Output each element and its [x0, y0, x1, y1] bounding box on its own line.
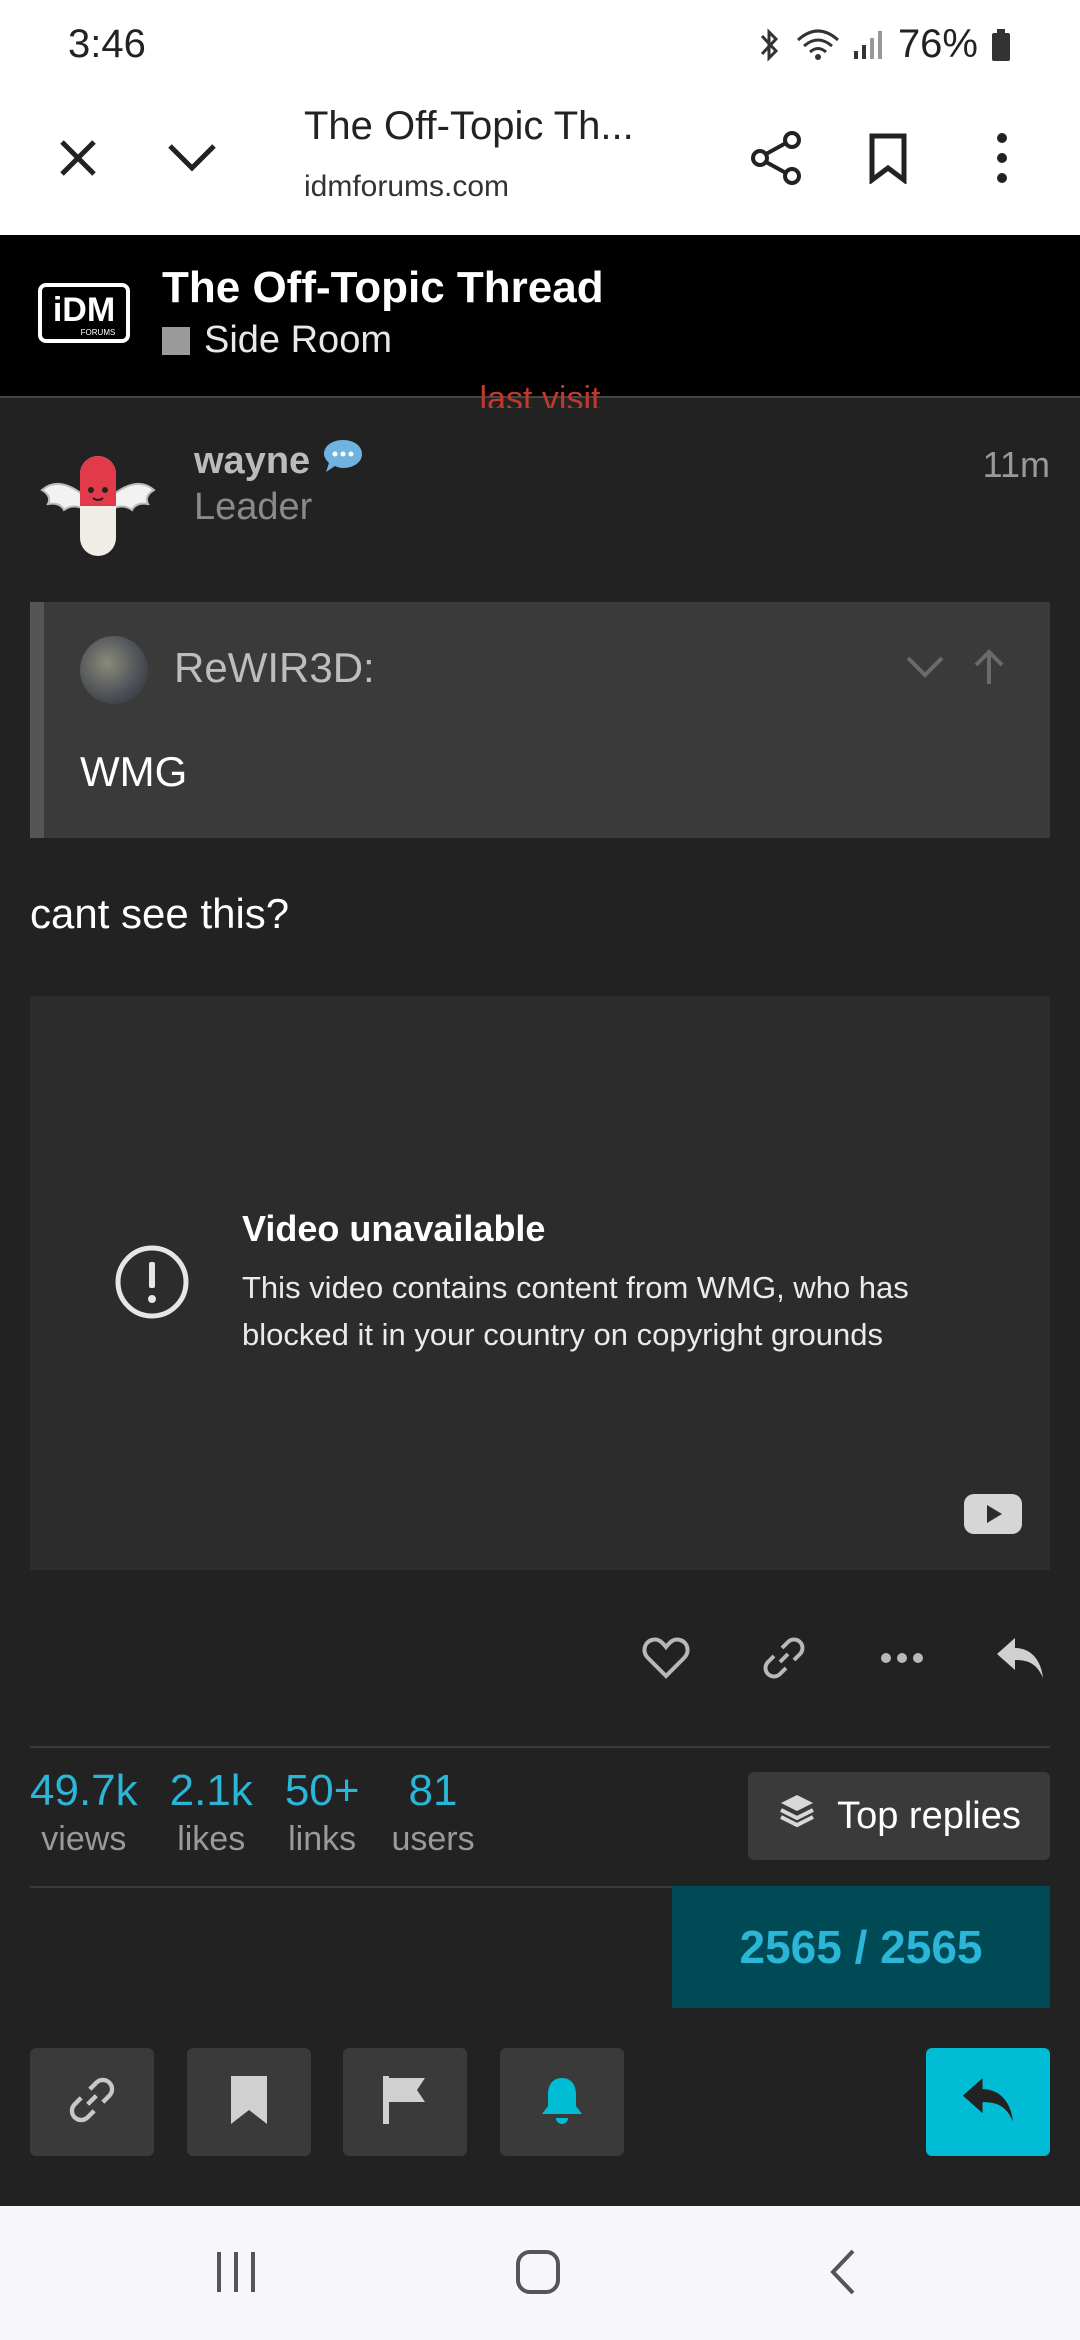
browser-menu-button[interactable] [962, 120, 1042, 200]
quote-avatar[interactable] [80, 636, 148, 704]
post-username[interactable]: wayne [194, 438, 364, 484]
reply-post-button[interactable] [990, 1630, 1050, 1690]
like-button[interactable] [636, 1630, 696, 1690]
link-icon [760, 1634, 808, 1687]
bell-icon [538, 2074, 586, 2131]
category-color-badge [162, 326, 190, 355]
more-actions-button[interactable] [872, 1630, 932, 1690]
post-body: cant see this? [30, 890, 290, 937]
status-time: 3:46 [68, 22, 146, 66]
link-icon [66, 2074, 118, 2131]
stat-value: 50+ [284, 1766, 360, 1815]
stat-label: users [391, 1820, 475, 1858]
post-progress-indicator[interactable]: 2565 / 2565 [672, 1886, 1050, 2008]
forum-header: iDM FORUMS The Off-Topic Thread Side Roo… [0, 235, 1080, 398]
reply-topic-button[interactable] [926, 2048, 1050, 2156]
stat-views[interactable]: 49.7k views [30, 1766, 138, 1859]
close-tab-button[interactable] [38, 120, 118, 200]
quote-block: ReWIR3D: WMG [30, 602, 1050, 838]
status-indicators: 76% [756, 22, 1012, 67]
go-to-quoted-button[interactable] [968, 646, 1010, 693]
top-replies-button[interactable]: Top replies [748, 1772, 1050, 1860]
share-topic-button[interactable] [30, 2048, 154, 2156]
more-horiz-icon [880, 1651, 924, 1669]
quote-text: WMG [80, 748, 188, 795]
signal-icon [852, 29, 886, 61]
avatar[interactable] [38, 446, 158, 566]
status-bar: 3:46 76% [0, 0, 1080, 90]
stat-likes[interactable]: 2.1k likes [170, 1766, 253, 1859]
stat-users[interactable]: 81 users [391, 1766, 474, 1859]
youtube-icon[interactable] [964, 1494, 1022, 1534]
topic-stats: 49.7k views 2.1k likes 50+ links 81 user… [30, 1766, 475, 1859]
home-button[interactable] [506, 2242, 570, 2306]
close-icon [56, 136, 100, 185]
bluetooth-icon [756, 27, 784, 63]
wifi-icon [796, 28, 840, 62]
alert-icon [114, 1244, 190, 1320]
user-title: Leader [194, 486, 313, 528]
divider [30, 1886, 672, 1888]
divider [30, 1746, 1050, 1748]
system-nav-bar [0, 2206, 1080, 2340]
reply-icon [995, 1636, 1045, 1685]
share-icon [748, 130, 804, 191]
forum-logo[interactable]: iDM FORUMS [38, 283, 130, 343]
post-actions [636, 1630, 1050, 1690]
page-title[interactable]: The Off-Topic Th... [304, 104, 704, 149]
expand-quote-button[interactable] [904, 646, 946, 693]
layers-icon [777, 1791, 817, 1841]
minimize-button[interactable] [152, 120, 232, 200]
quote-author: ReWIR3D: [174, 644, 375, 691]
share-button[interactable] [736, 120, 816, 200]
video-error-title: Video unavailable [242, 1208, 546, 1249]
username-label: wayne [194, 439, 311, 482]
category-label: Side Room [204, 319, 392, 361]
reply-icon [960, 2076, 1016, 2129]
top-replies-label: Top replies [837, 1794, 1021, 1837]
bookmark-icon [229, 2074, 269, 2131]
video-embed[interactable]: Video unavailable This video contains co… [30, 996, 1050, 1570]
recent-apps-button[interactable] [204, 2242, 268, 2306]
stat-label: links [288, 1820, 357, 1858]
stat-value: 2.1k [169, 1766, 253, 1815]
stat-links[interactable]: 50+ links [285, 1766, 360, 1859]
battery-percent: 76% [897, 22, 978, 66]
notifications-button[interactable] [500, 2048, 624, 2156]
back-button[interactable] [810, 2242, 874, 2306]
chevron-down-icon [166, 142, 218, 179]
bookmark-page-button[interactable] [848, 120, 928, 200]
page-url[interactable]: idmforums.com [304, 170, 509, 204]
quote-controls [904, 646, 1010, 693]
logo-subtext: FORUMS [81, 328, 116, 337]
video-error-description: This video contains content from WMG, wh… [242, 1270, 909, 1352]
more-vert-icon [994, 132, 1010, 189]
logo-text: iDM [53, 291, 115, 329]
stat-label: likes [177, 1820, 246, 1858]
last-visit-marker: last visit [479, 380, 601, 408]
chevron-left-icon [827, 2247, 857, 2302]
category-link[interactable]: Side Room [162, 319, 392, 362]
bookmark-icon [866, 132, 910, 189]
heart-icon [642, 1636, 690, 1685]
stat-label: views [41, 1820, 127, 1858]
post-time[interactable]: 11m [983, 444, 1050, 486]
flag-icon [381, 2074, 429, 2131]
stat-value: 81 [408, 1766, 458, 1815]
thread-title[interactable]: The Off-Topic Thread [162, 263, 604, 313]
battery-icon [990, 28, 1012, 62]
stat-value: 49.7k [30, 1766, 138, 1815]
browser-toolbar: The Off-Topic Th... idmforums.com [0, 90, 1080, 235]
chat-bubble-icon [322, 438, 364, 484]
copy-link-button[interactable] [754, 1630, 814, 1690]
bookmark-topic-button[interactable] [187, 2048, 311, 2156]
recent-apps-icon [213, 2250, 259, 2299]
home-icon [514, 2248, 562, 2301]
flag-topic-button[interactable] [343, 2048, 467, 2156]
